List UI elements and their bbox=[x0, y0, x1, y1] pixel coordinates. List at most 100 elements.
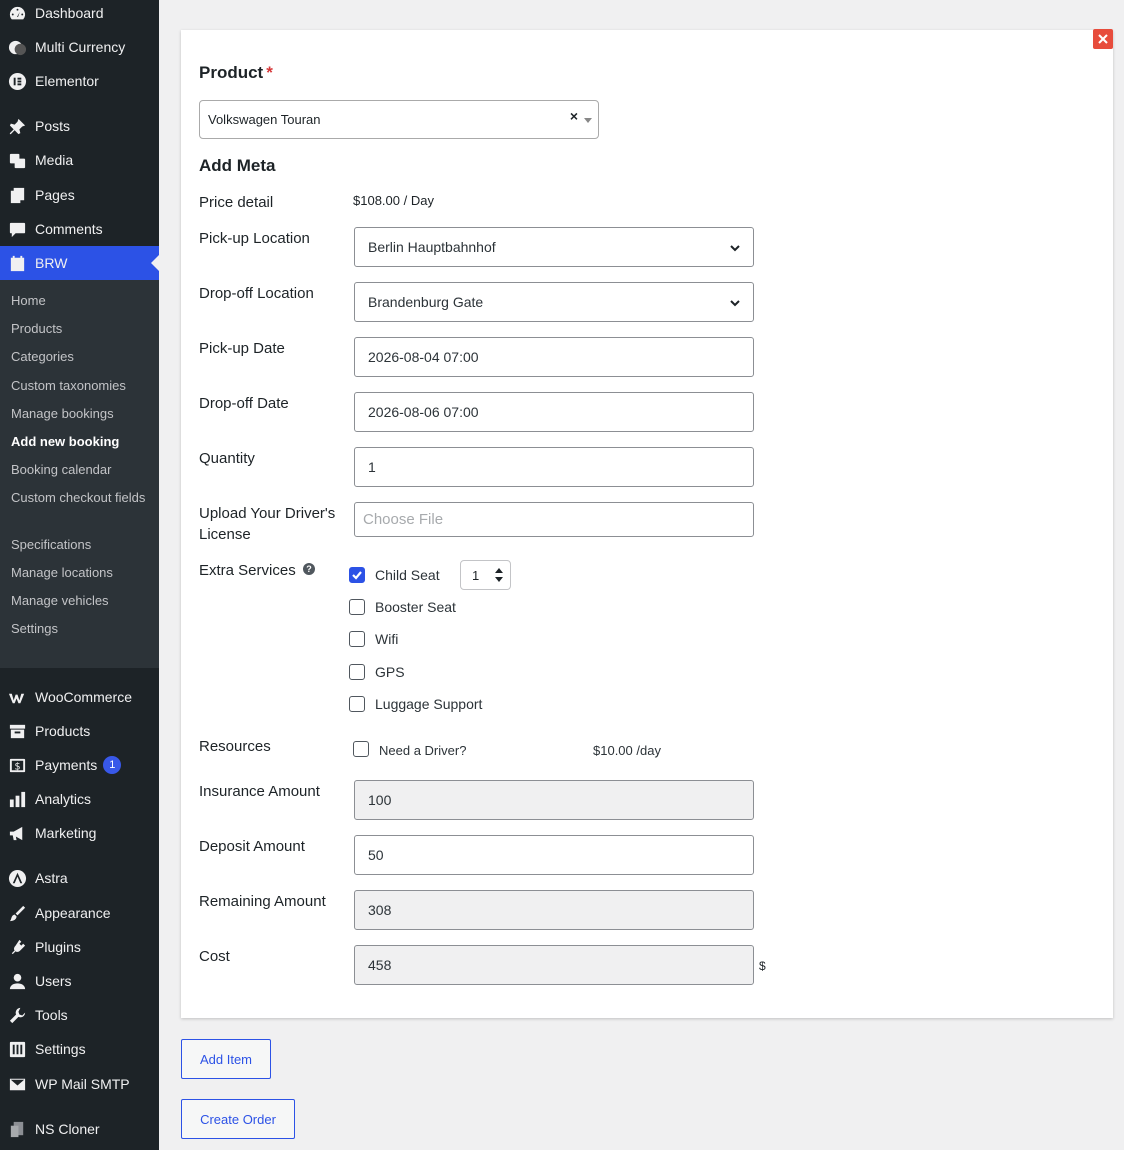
menu-media[interactable]: Media bbox=[0, 143, 159, 177]
product-select[interactable]: Volkswagen Touran × bbox=[199, 100, 599, 139]
menu-plugins[interactable]: Plugins bbox=[0, 930, 159, 964]
required-mark: * bbox=[266, 63, 273, 82]
submenu-custom-checkout-fields[interactable]: Custom checkout fields bbox=[11, 488, 151, 507]
submenu-custom-taxonomies[interactable]: Custom taxonomies bbox=[11, 376, 151, 395]
menu-elementor[interactable]: Elementor bbox=[0, 64, 159, 98]
pickup-location-label: Pick-up Location bbox=[199, 230, 310, 247]
submenu-home[interactable]: Home bbox=[11, 291, 151, 310]
dropoff-location-value: Brandenburg Gate bbox=[368, 294, 484, 310]
submenu-specifications[interactable]: Specifications bbox=[11, 535, 151, 554]
menu-label: Posts bbox=[35, 118, 71, 134]
license-file-input[interactable]: Choose File bbox=[354, 502, 754, 537]
menu-label: Comments bbox=[35, 221, 103, 237]
submenu-categories[interactable]: Categories bbox=[11, 347, 151, 366]
menu-payments[interactable]: $ Payments 1 bbox=[0, 748, 159, 782]
booster-seat-checkbox[interactable] bbox=[349, 599, 365, 615]
menu-tools[interactable]: Tools bbox=[0, 998, 159, 1032]
menu-label: Elementor bbox=[35, 73, 99, 89]
chevron-down-icon bbox=[729, 241, 741, 253]
child-seat-label: Child Seat bbox=[375, 567, 440, 583]
menu-label: Settings bbox=[35, 1041, 86, 1057]
menu-marketing[interactable]: Marketing bbox=[0, 816, 159, 850]
help-icon[interactable]: ? bbox=[303, 563, 315, 575]
menu-label: WooCommerce bbox=[35, 689, 132, 705]
stepper-up-icon[interactable] bbox=[495, 568, 503, 573]
comment-icon bbox=[7, 219, 27, 239]
menu-label: WP Mail SMTP bbox=[35, 1076, 130, 1092]
gps-checkbox[interactable] bbox=[349, 664, 365, 680]
pickup-location-select[interactable]: Berlin Hauptbahnhof bbox=[354, 227, 754, 267]
brush-icon bbox=[7, 903, 27, 923]
menu-users[interactable]: Users bbox=[0, 964, 159, 998]
wifi-checkbox[interactable] bbox=[349, 631, 365, 647]
product-label-text: Product bbox=[199, 63, 264, 82]
submenu-manage-locations[interactable]: Manage locations bbox=[11, 563, 151, 582]
pickup-location-value: Berlin Hauptbahnhof bbox=[368, 239, 496, 255]
child-seat-quantity-stepper[interactable]: 1 bbox=[460, 560, 511, 590]
menu-label: NS Cloner bbox=[35, 1121, 100, 1137]
mail-icon bbox=[7, 1074, 27, 1094]
pickup-date-input[interactable]: 2026-08-04 07:00 bbox=[354, 337, 754, 377]
menu-astra[interactable]: Astra bbox=[0, 861, 159, 895]
currency-icon bbox=[7, 37, 27, 57]
submenu-settings[interactable]: Settings bbox=[11, 619, 151, 638]
cost-label: Cost bbox=[199, 948, 230, 965]
remaining-amount-input: 308 bbox=[354, 890, 754, 930]
menu-label: Dashboard bbox=[35, 5, 104, 21]
submenu-booking-calendar[interactable]: Booking calendar bbox=[11, 460, 151, 479]
brw-submenu: Home Products Categories Custom taxonomi… bbox=[0, 280, 159, 668]
menu-label: Astra bbox=[35, 870, 68, 886]
menu-products[interactable]: Products bbox=[0, 714, 159, 748]
quantity-input[interactable]: 1 bbox=[354, 447, 754, 487]
menu-multi-currency[interactable]: Multi Currency bbox=[0, 30, 159, 64]
menu-dashboard[interactable]: Dashboard bbox=[0, 0, 159, 30]
menu-label: Payments bbox=[35, 757, 98, 773]
menu-label: Plugins bbox=[35, 939, 81, 955]
wifi-label: Wifi bbox=[375, 631, 399, 647]
luggage-support-label: Luggage Support bbox=[375, 696, 483, 712]
plugin-icon bbox=[7, 937, 27, 957]
clear-selection-icon[interactable]: × bbox=[570, 108, 578, 124]
calendar-icon bbox=[7, 253, 27, 273]
admin-sidebar: Dashboard Multi Currency Elementor Posts… bbox=[0, 0, 159, 1150]
extra-services-label: Extra Services bbox=[199, 562, 296, 579]
dropoff-date-input[interactable]: 2026-08-06 07:00 bbox=[354, 392, 754, 432]
child-seat-checkbox[interactable] bbox=[349, 567, 365, 583]
create-order-button[interactable]: Create Order bbox=[181, 1099, 295, 1139]
deposit-label: Deposit Amount bbox=[199, 838, 305, 855]
submenu-add-new-booking[interactable]: Add new booking bbox=[11, 432, 151, 451]
settings-icon bbox=[7, 1039, 27, 1059]
pickup-date-label: Pick-up Date bbox=[199, 340, 285, 357]
submenu-manage-vehicles[interactable]: Manage vehicles bbox=[11, 591, 151, 610]
menu-ns-cloner[interactable]: NS Cloner bbox=[0, 1112, 159, 1146]
menu-analytics[interactable]: Analytics bbox=[0, 782, 159, 816]
svg-text:$: $ bbox=[14, 761, 20, 772]
menu-woocommerce[interactable]: WooCommerce bbox=[0, 680, 159, 714]
quantity-value: 1 bbox=[368, 459, 376, 475]
menu-comments[interactable]: Comments bbox=[0, 212, 159, 246]
deposit-amount-input[interactable]: 50 bbox=[354, 835, 754, 875]
need-driver-checkbox[interactable] bbox=[353, 741, 369, 757]
dropoff-location-select[interactable]: Brandenburg Gate bbox=[354, 282, 754, 322]
luggage-support-checkbox[interactable] bbox=[349, 696, 365, 712]
add-item-button[interactable]: Add Item bbox=[181, 1039, 271, 1079]
menu-settings[interactable]: Settings bbox=[0, 1032, 159, 1066]
menu-appearance[interactable]: Appearance bbox=[0, 896, 159, 930]
menu-pages[interactable]: Pages bbox=[0, 178, 159, 212]
menu-posts[interactable]: Posts bbox=[0, 109, 159, 143]
submenu-products[interactable]: Products bbox=[11, 319, 151, 338]
cloner-icon bbox=[7, 1119, 27, 1139]
remaining-label: Remaining Amount bbox=[199, 893, 326, 910]
submenu-manage-bookings[interactable]: Manage bookings bbox=[11, 404, 151, 423]
close-button[interactable] bbox=[1093, 29, 1113, 49]
quantity-label: Quantity bbox=[199, 450, 255, 467]
user-icon bbox=[7, 971, 27, 991]
menu-label: Pages bbox=[35, 187, 75, 203]
need-driver-label: Need a Driver? bbox=[379, 743, 467, 758]
chevron-down-icon bbox=[729, 296, 741, 308]
menu-wp-mail-smtp[interactable]: WP Mail SMTP bbox=[0, 1067, 159, 1101]
archive-icon bbox=[7, 721, 27, 741]
menu-brw[interactable]: BRW bbox=[0, 246, 159, 280]
insurance-value: 100 bbox=[368, 792, 392, 808]
stepper-down-icon[interactable] bbox=[495, 577, 503, 582]
